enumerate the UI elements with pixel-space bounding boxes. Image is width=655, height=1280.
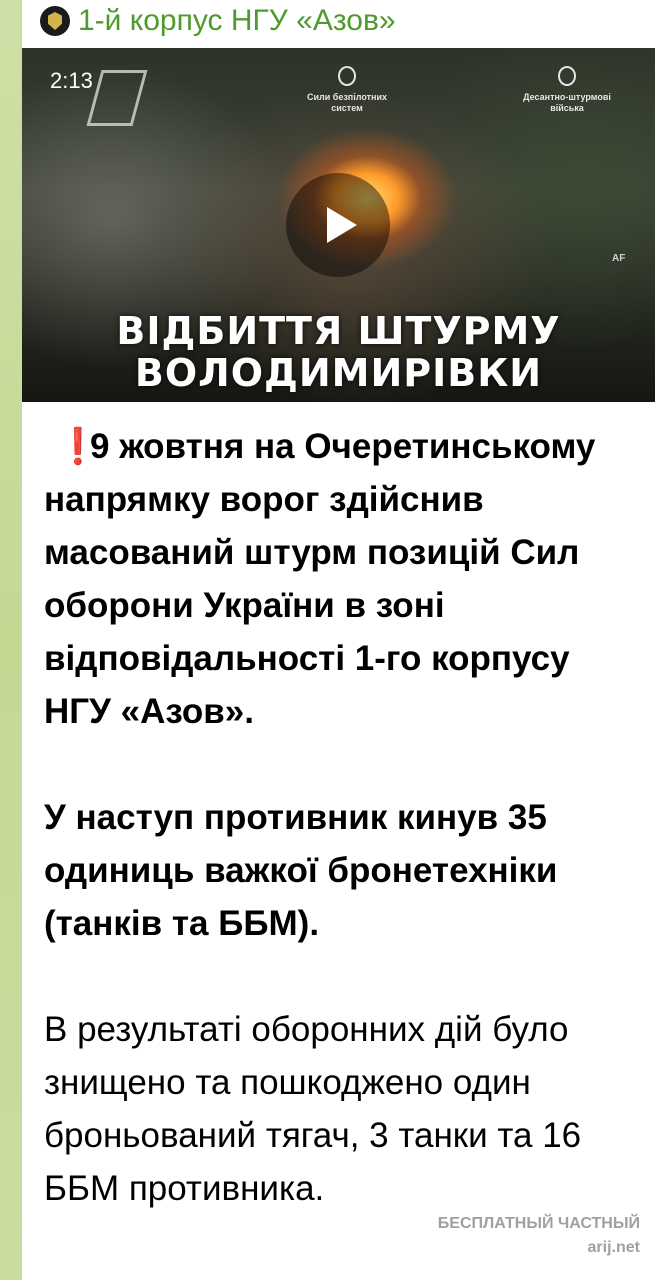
message-paragraph-3: В результаті оборонних дій було знищено … (44, 1010, 582, 1208)
video-duration: 2:13 (50, 68, 93, 93)
exclamation-icon: ❗ (56, 427, 100, 466)
play-icon (327, 207, 357, 243)
watermark: БЕСПЛАТНЫЙ ЧАСТНЫЙ arij.net (437, 1215, 640, 1256)
message-paragraph-1: ❗9 жовтня на Очеретинському напрямку вор… (44, 420, 644, 738)
message-header[interactable]: 1-й корпус НГУ «Азов» (40, 4, 396, 38)
emblem-icon (558, 66, 576, 86)
play-button[interactable] (286, 173, 390, 277)
video-badge-air-assault: Десантно-штурмові війська (522, 66, 612, 114)
message-text: ❗9 жовтня на Очеретинському напрямку вор… (44, 420, 644, 1268)
video-overlay-title: ВІДБИТТЯ ШТУРМУ ВОЛОДИМИРІВКИ (116, 309, 561, 395)
video-preview[interactable]: 2:13 Сили безпілотних систем Десантно-шт… (22, 48, 655, 402)
message-paragraph-2: У наступ противник кинув 35 одиниць важк… (44, 798, 558, 943)
channel-name[interactable]: 1-й корпус НГУ «Азов» (78, 4, 396, 38)
chat-background (0, 0, 20, 1280)
azov-emblem-icon[interactable] (40, 6, 70, 36)
video-badge-drone-forces: Сили безпілотних систем (292, 66, 402, 114)
video-logo-icon (86, 70, 148, 126)
emblem-icon (338, 66, 356, 86)
video-corner-mark: AF (612, 253, 626, 264)
